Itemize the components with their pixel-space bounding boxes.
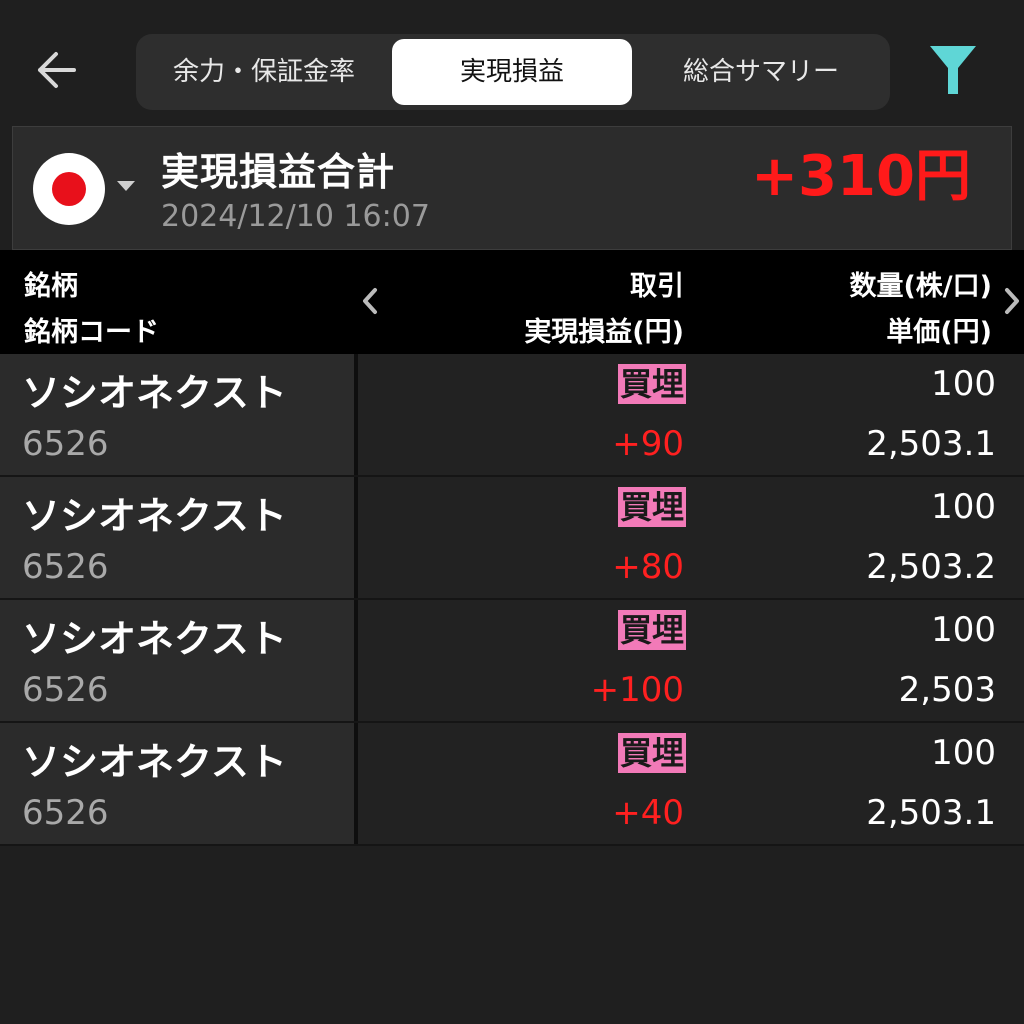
chevron-down-icon[interactable] [117,181,135,191]
japan-flag-icon[interactable] [33,153,105,225]
row-right-cell: 買埋 +100 100 2,503 [358,600,1024,721]
stock-code: 6526 [22,424,109,464]
top-bar: 余力・保証金率 実現損益 総合サマリー [0,0,1024,126]
row-left-cell: ソシオネクスト 6526 [0,723,354,844]
table-row[interactable]: ソシオネクスト 6526 買埋 +80 100 2,503.2 [0,477,1024,600]
row-left-cell: ソシオネクスト 6526 [0,477,354,598]
trade-type-badge: 買埋 [617,610,686,650]
quantity: 100 [931,487,996,527]
filter-icon [930,46,976,94]
col-header-code: 銘柄コード [24,317,159,348]
unit-price: 2,503.1 [866,793,996,833]
trade-type-badge: 買埋 [617,364,686,404]
trade-type-badge: 買埋 [617,487,686,527]
tab-summary[interactable]: 総合サマリー [638,39,884,105]
summary-datetime: 2024/12/10 16:07 [161,199,430,234]
stock-name: ソシオネクスト [22,617,287,661]
quantity: 100 [931,364,996,404]
row-left-cell: ソシオネクスト 6526 [0,600,354,721]
row-right-cell: 買埋 +90 100 2,503.1 [358,354,1024,475]
tab-realized-pl[interactable]: 実現損益 [392,39,632,105]
stock-code: 6526 [22,793,109,833]
col-header-price: 単価(円) [886,317,992,348]
col-header-trade: 取引 [630,271,684,302]
summary-title: 実現損益合計 [161,150,396,194]
stock-name: ソシオネクスト [22,371,287,415]
col-header-pl: 実現損益(円) [524,317,684,348]
table-row[interactable]: ソシオネクスト 6526 買埋 +100 100 2,503 [0,600,1024,723]
trade-list: ソシオネクスト 6526 買埋 +90 100 2,503.1 ソシオネクスト … [0,354,1024,846]
stock-name: ソシオネクスト [22,740,287,784]
table-row[interactable]: ソシオネクスト 6526 買埋 +40 100 2,503.1 [0,723,1024,846]
realized-pl: +40 [612,793,684,833]
realized-pl: +100 [590,670,684,710]
row-right-cell: 買埋 +40 100 2,503.1 [358,723,1024,844]
row-left-cell: ソシオネクスト 6526 [0,354,354,475]
realized-pl-summary: 実現損益合計 2024/12/10 16:07 +310円 [12,126,1012,250]
stock-code: 6526 [22,670,109,710]
trade-type-badge: 買埋 [617,733,686,773]
col-header-qty: 数量(株/口) [849,271,992,302]
stock-name: ソシオネクスト [22,494,287,538]
table-header: 銘柄 銘柄コード 取引 実現損益(円) 数量(株/口) 単価(円) [0,250,1024,354]
unit-price: 2,503 [898,670,996,710]
tab-margin[interactable]: 余力・保証金率 [142,39,386,105]
back-button[interactable] [30,40,86,100]
quantity: 100 [931,733,996,773]
col-header-name: 銘柄 [24,271,78,302]
quantity: 100 [931,610,996,650]
filter-button[interactable] [928,44,978,96]
realized-pl: +90 [612,424,684,464]
summary-total: +310円 [751,144,971,209]
unit-price: 2,503.2 [866,547,996,587]
realized-pl: +80 [612,547,684,587]
tab-switcher: 余力・保証金率 実現損益 総合サマリー [136,34,890,110]
row-right-cell: 買埋 +80 100 2,503.2 [358,477,1024,598]
chevron-right-icon[interactable] [1002,286,1022,316]
chevron-left-icon[interactable] [360,286,380,316]
table-row[interactable]: ソシオネクスト 6526 買埋 +90 100 2,503.1 [0,354,1024,477]
arrow-left-icon [38,52,76,88]
stock-code: 6526 [22,547,109,587]
unit-price: 2,503.1 [866,424,996,464]
